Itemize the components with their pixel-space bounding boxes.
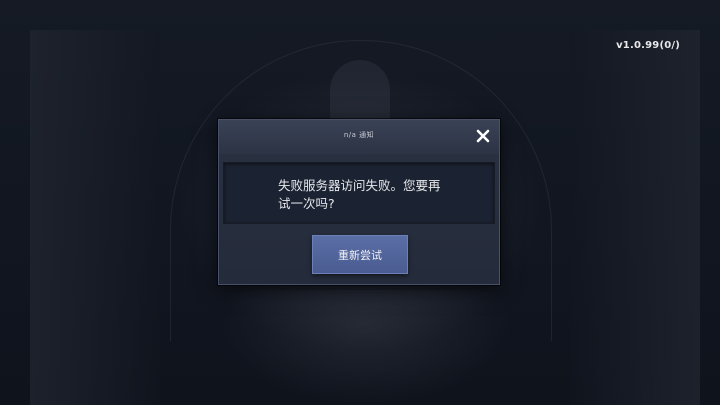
- dialog-title: n/a 通知: [343, 131, 375, 139]
- retry-button[interactable]: 重新尝试: [312, 235, 408, 274]
- background-curtain-left: [30, 30, 160, 405]
- message-box: 失败服务器访问失败。您要再试一次吗?: [223, 162, 495, 224]
- close-icon: [476, 129, 490, 143]
- background-crowd: [220, 290, 510, 405]
- dialog-message: 失败服务器访问失败。您要再试一次吗?: [278, 178, 441, 211]
- version-label: v1.0.99(0/): [616, 40, 680, 51]
- notification-dialog: n/a 通知 失败服务器访问失败。您要再试一次吗? 重新尝试: [218, 119, 500, 285]
- background-curtain-right: [570, 30, 700, 405]
- close-button[interactable]: [475, 128, 491, 144]
- game-screen: v1.0.99(0/) n/a 通知 失败服务器访问失败。您要再试一次吗? 重新…: [0, 0, 720, 405]
- dialog-header: n/a 通知: [219, 120, 499, 154]
